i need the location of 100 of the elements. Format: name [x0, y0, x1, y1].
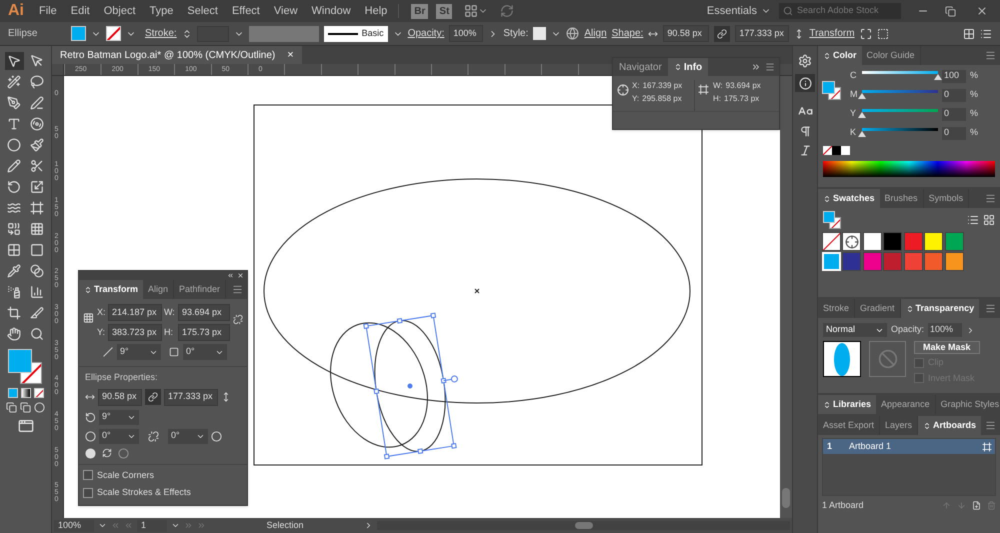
mask-thumbnail[interactable]: [823, 341, 861, 377]
make-mask-button[interactable]: Make Mask: [914, 341, 980, 354]
panel-tab[interactable]: Info: [668, 58, 708, 76]
quick-swatch[interactable]: [832, 146, 841, 155]
panel-menu-icon[interactable]: [985, 303, 996, 314]
panel-tab[interactable]: Appearance: [876, 395, 936, 414]
info-button[interactable]: [795, 74, 815, 92]
menu-item[interactable]: File: [32, 2, 64, 20]
close-icon[interactable]: [976, 5, 988, 17]
align-link[interactable]: Align: [584, 26, 607, 41]
y-field[interactable]: 383.723 px: [108, 324, 162, 341]
panel-tab[interactable]: Brushes: [880, 189, 924, 208]
color-swatch[interactable]: [862, 232, 882, 251]
quick-swatch[interactable]: [841, 146, 850, 155]
color-swatch[interactable]: [904, 252, 923, 271]
channel-value-field[interactable]: 0: [942, 108, 966, 120]
opentype-icon[interactable]: [798, 144, 812, 157]
color-swatch[interactable]: [904, 232, 923, 251]
menu-item[interactable]: Type: [142, 2, 180, 20]
blend-mode-dropdown[interactable]: Normal: [823, 323, 887, 337]
unlinked-icon[interactable]: [232, 314, 243, 325]
magic-wand-icon[interactable]: [4, 73, 24, 91]
fill-swatch[interactable]: [71, 26, 86, 41]
panel-menu-icon[interactable]: [985, 420, 996, 431]
artboard-icon[interactable]: [4, 304, 24, 322]
height-field[interactable]: 175.73 px: [178, 324, 230, 341]
recolor-icon[interactable]: [566, 27, 580, 40]
ellipse-height-field[interactable]: 177.333 px: [164, 388, 218, 406]
zoom-field[interactable]: 100%: [54, 520, 94, 532]
unlinked-icon[interactable]: [148, 430, 159, 442]
arrow-pointer-icon[interactable]: [4, 52, 24, 70]
collapse-icon[interactable]: [227, 272, 234, 279]
menu-item[interactable]: Object: [96, 2, 142, 20]
hand-icon[interactable]: [4, 325, 24, 343]
new-artboard-icon[interactable]: [972, 501, 981, 510]
artboard-number-field[interactable]: 1: [137, 520, 167, 532]
close-icon[interactable]: [237, 272, 244, 279]
settings-icon[interactable]: [798, 54, 812, 68]
color-swatch[interactable]: [944, 232, 964, 251]
reference-point-icon[interactable]: [83, 312, 94, 324]
draw-mode-icon[interactable]: [20, 402, 31, 413]
opacity-label[interactable]: Opacity:: [408, 26, 444, 41]
menu-item[interactable]: Help: [358, 2, 394, 20]
panel-tab[interactable]: Align: [143, 280, 174, 299]
panel-tab[interactable]: Color: [818, 46, 862, 65]
expand-icon[interactable]: [751, 62, 761, 72]
registration-swatch[interactable]: [842, 232, 862, 251]
select-similar-icon[interactable]: [876, 28, 889, 40]
ellipse-width-field[interactable]: 90.58 px: [98, 388, 142, 406]
link-button[interactable]: [714, 26, 730, 42]
color-swatch[interactable]: [924, 252, 944, 271]
checkbox[interactable]: [83, 488, 93, 498]
arrange-icon[interactable]: [963, 28, 975, 40]
slider-thumb[interactable]: [858, 93, 866, 99]
app-launcher[interactable]: Br: [411, 4, 428, 18]
color-swatch[interactable]: [883, 232, 902, 251]
transform-link[interactable]: Transform: [809, 26, 855, 41]
arrange-documents-icon[interactable]: [464, 4, 478, 18]
isolate-icon[interactable]: [860, 28, 872, 40]
rotate-dropdown[interactable]: 9°: [117, 344, 161, 360]
panel-menu-icon[interactable]: [985, 193, 996, 204]
swap-icon[interactable]: [102, 448, 112, 458]
panel-menu-icon[interactable]: [765, 62, 775, 72]
stepper-icon[interactable]: [182, 28, 192, 38]
app-launcher[interactable]: St: [436, 4, 452, 18]
panel-menu-icon[interactable]: [985, 50, 996, 61]
panel-tab[interactable]: Navigator: [613, 58, 668, 76]
pie-start-dropdown[interactable]: 0°: [99, 428, 139, 444]
menu-item[interactable]: Select: [180, 2, 225, 20]
blend-icon[interactable]: [28, 262, 46, 280]
screen-mode-icon[interactable]: [18, 418, 34, 434]
draw-mode-icon[interactable]: [6, 402, 17, 413]
panel-tab[interactable]: Transparency: [900, 299, 980, 318]
opacity-field[interactable]: 100%: [449, 25, 484, 42]
ellipse-icon[interactable]: [4, 136, 24, 154]
x-field[interactable]: 214.187 px: [108, 304, 162, 321]
menu-item[interactable]: Window: [304, 2, 358, 20]
rotate-dropdown[interactable]: 9°: [99, 410, 139, 424]
opacity-field[interactable]: 100%: [928, 323, 962, 337]
panel-tab[interactable]: Color Guide: [862, 46, 921, 65]
paragraph-icon[interactable]: [798, 125, 812, 138]
color-swatch[interactable]: [944, 252, 964, 271]
panel-tab[interactable]: Swatches: [818, 189, 880, 208]
channel-value-field[interactable]: 0: [942, 88, 966, 102]
pen-line-icon[interactable]: [28, 94, 46, 112]
panel-tab[interactable]: Pathfinder: [174, 280, 226, 299]
shape-label[interactable]: Shape:: [612, 26, 644, 41]
panel-tab[interactable]: Artboards: [918, 416, 982, 435]
color-swatch[interactable]: [924, 232, 944, 251]
pie-end-dropdown[interactable]: 0°: [168, 428, 208, 444]
restore-icon[interactable]: [945, 6, 956, 16]
panel-tab[interactable]: Symbols: [924, 189, 970, 208]
grid-view-icon[interactable]: [983, 214, 995, 226]
none-mode-button[interactable]: [34, 388, 44, 398]
style-swatch[interactable]: [533, 27, 546, 40]
width-field[interactable]: 93.694 px: [178, 304, 230, 321]
gradient-mode-button[interactable]: [20, 388, 30, 398]
paintbrush-icon[interactable]: [28, 136, 46, 154]
panel-tab[interactable]: Transform: [79, 280, 144, 299]
color-swatch[interactable]: [883, 252, 902, 271]
